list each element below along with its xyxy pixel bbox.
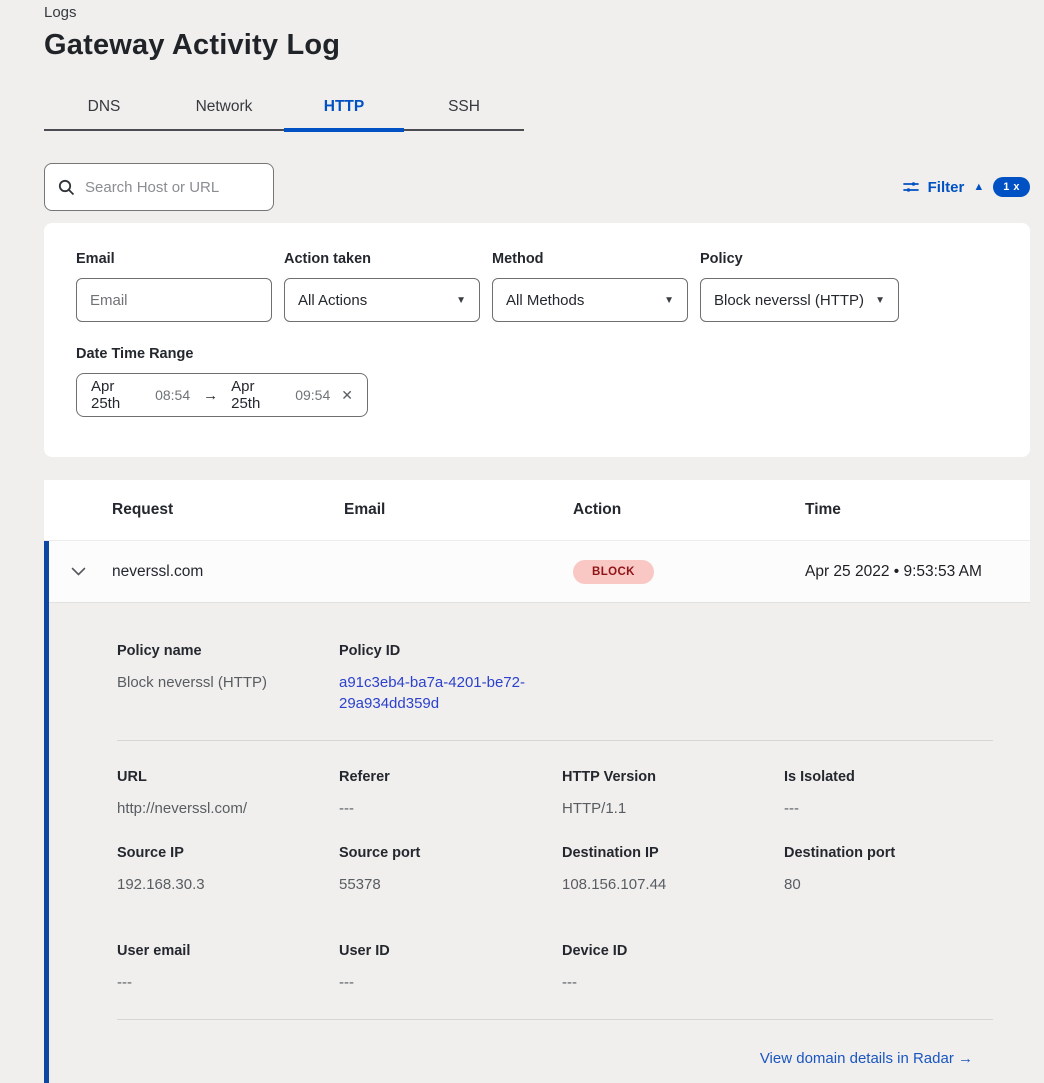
destination-ip-label: Destination IP	[562, 845, 760, 861]
action-taken-value: All Actions	[298, 292, 367, 309]
referer-value: ---	[339, 798, 538, 819]
range-start-date: Apr 25th	[91, 378, 144, 412]
device-id-value: ---	[562, 972, 760, 993]
user-id-value: ---	[339, 972, 538, 993]
is-isolated-label: Is Isolated	[784, 769, 969, 785]
policy-name-value: Block neverssl (HTTP)	[117, 672, 315, 693]
search-box	[44, 163, 274, 211]
action-taken-select[interactable]: All Actions ▼	[284, 278, 480, 322]
row-time: Apr 25 2022 • 9:53:53 AM	[805, 563, 1030, 581]
divider	[117, 740, 993, 741]
policy-name-label: Policy name	[117, 643, 315, 659]
user-id-label: User ID	[339, 943, 538, 959]
method-value: All Methods	[506, 292, 584, 309]
email-field-label: Email	[76, 251, 272, 267]
tab-network[interactable]: Network	[164, 88, 284, 129]
log-type-tabs: DNS Network HTTP SSH	[44, 88, 524, 131]
filter-sliders-icon	[903, 179, 919, 195]
tab-dns[interactable]: DNS	[44, 88, 164, 129]
policy-id-label: Policy ID	[339, 643, 538, 659]
action-taken-label: Action taken	[284, 251, 480, 267]
divider	[117, 1019, 993, 1020]
log-entry-details: Policy name Block neverssl (HTTP) Policy…	[49, 602, 1030, 1083]
chevron-down-icon: ▼	[875, 295, 885, 306]
tab-http[interactable]: HTTP	[284, 88, 404, 129]
date-time-range-picker[interactable]: Apr 25th 08:54 → Apr 25th 09:54 ✕	[76, 373, 368, 417]
chevron-down-icon[interactable]	[49, 567, 112, 576]
breadcrumb[interactable]: Logs	[44, 0, 1030, 21]
clear-range-icon[interactable]: ✕	[341, 387, 353, 404]
range-end-time: 09:54	[295, 387, 330, 403]
collapse-arrow-icon: ▲	[973, 181, 984, 193]
user-email-label: User email	[117, 943, 315, 959]
is-isolated-value: ---	[784, 798, 969, 819]
source-port-value: 55378	[339, 874, 538, 895]
right-arrow-icon: →	[201, 387, 220, 404]
email-field[interactable]	[76, 278, 272, 322]
range-start-time: 08:54	[155, 387, 190, 403]
column-header-email: Email	[344, 501, 573, 519]
filter-label: Filter	[928, 179, 965, 196]
destination-port-value: 80	[784, 874, 969, 895]
date-time-range-label: Date Time Range	[76, 346, 998, 362]
range-end-date: Apr 25th	[231, 378, 284, 412]
activity-log-table: Request Email Action Time neverssl.com B…	[44, 480, 1030, 1083]
http-version-value: HTTP/1.1	[562, 798, 760, 819]
search-input[interactable]	[85, 179, 260, 196]
policy-select[interactable]: Block neverssl (HTTP) ▼	[700, 278, 899, 322]
referer-label: Referer	[339, 769, 538, 785]
policy-id-link[interactable]: a91c3eb4-ba7a-4201-be72-29a934dd359d	[339, 674, 525, 712]
destination-ip-value: 108.156.107.44	[562, 874, 760, 895]
policy-value: Block neverssl (HTTP)	[714, 292, 864, 309]
method-select[interactable]: All Methods ▼	[492, 278, 688, 322]
action-block-badge: BLOCK	[573, 560, 654, 584]
http-version-label: HTTP Version	[562, 769, 760, 785]
column-header-time: Time	[805, 501, 1030, 519]
column-header-request: Request	[112, 501, 344, 519]
row-request-host: neverssl.com	[112, 563, 344, 581]
device-id-label: Device ID	[562, 943, 760, 959]
filter-panel: Email Action taken All Actions ▼ Method …	[44, 223, 1030, 457]
expanded-log-entry: neverssl.com BLOCK Apr 25 2022 • 9:53:53…	[44, 541, 1030, 1083]
column-header-action: Action	[573, 501, 805, 519]
method-label: Method	[492, 251, 688, 267]
source-ip-label: Source IP	[117, 845, 315, 861]
filter-toggle-button[interactable]: Filter ▲ 1 x	[903, 177, 1030, 197]
table-row[interactable]: neverssl.com BLOCK Apr 25 2022 • 9:53:53…	[49, 541, 1030, 602]
source-port-label: Source port	[339, 845, 538, 861]
user-email-value: ---	[117, 972, 315, 993]
search-icon	[58, 179, 75, 196]
source-ip-value: 192.168.30.3	[117, 874, 315, 895]
chevron-down-icon: ▼	[456, 295, 466, 306]
tab-ssh[interactable]: SSH	[404, 88, 524, 129]
view-radar-link[interactable]: View domain details in Radar →	[760, 1050, 973, 1067]
destination-port-label: Destination port	[784, 845, 969, 861]
policy-label: Policy	[700, 251, 899, 267]
url-value: http://neverssl.com/	[117, 798, 315, 819]
filter-count-badge: 1 x	[993, 177, 1030, 197]
page-title: Gateway Activity Log	[44, 29, 1030, 62]
table-header-row: Request Email Action Time	[44, 480, 1030, 541]
chevron-down-icon: ▼	[664, 295, 674, 306]
url-label: URL	[117, 769, 315, 785]
